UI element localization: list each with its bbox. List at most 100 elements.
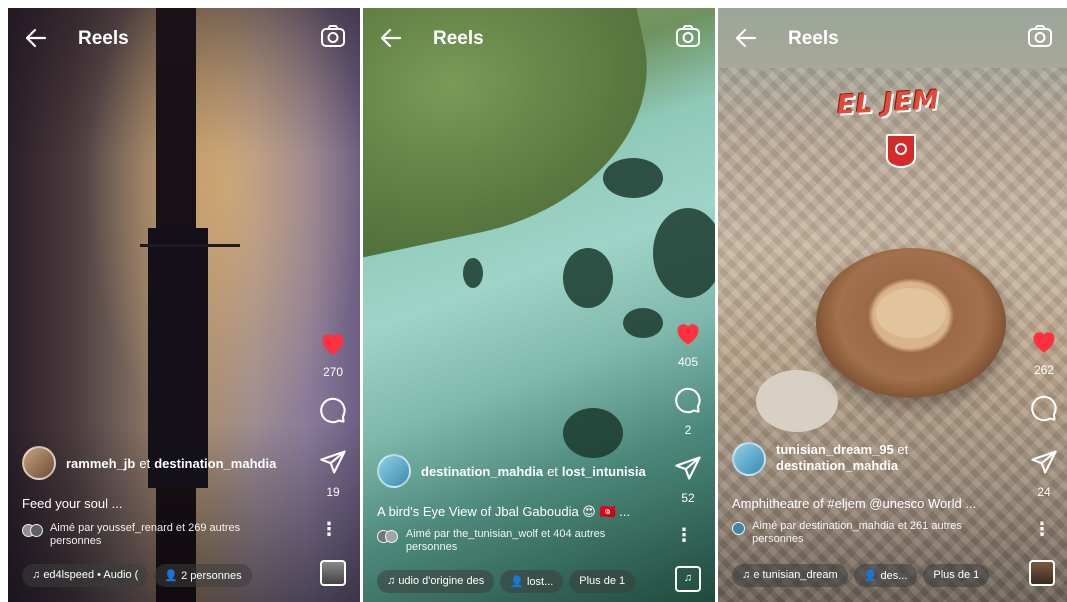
camera-icon[interactable]: [675, 24, 701, 48]
shrub: [623, 308, 663, 338]
collab-username[interactable]: destination_mahdia: [776, 458, 898, 473]
more-icon[interactable]: ⋮: [675, 526, 693, 544]
avatar[interactable]: [22, 446, 56, 480]
author-joiner: et: [897, 442, 909, 457]
audio-chip[interactable]: ♫ ed4lspeed • Audio (: [22, 564, 149, 587]
author-row[interactable]: rammeh_jb et destination_mahdia: [22, 446, 276, 480]
page-title: Reels: [78, 28, 129, 49]
liked-by-text: Aimé par destination_mahdia et 261 autre…: [752, 520, 962, 545]
comment-count: 2: [684, 423, 692, 437]
liked-avatars: [732, 522, 745, 535]
person-icon: 👤: [863, 570, 881, 582]
author-row[interactable]: destination_mahdia et lost_intunisia: [377, 454, 646, 488]
chip-row: ♫ ed4lspeed • Audio ( 👤 2 personnes: [22, 564, 252, 587]
audio-chip[interactable]: ♫ udio d'origine des: [377, 570, 495, 593]
like-count: 262: [1033, 363, 1055, 377]
person-icon: 👤: [164, 570, 182, 582]
chip-row: ♫ udio d'origine des 👤 lost... Plus de 1: [377, 570, 636, 593]
people-label: des...: [880, 570, 908, 582]
audio-label: e tunisian_dream: [753, 569, 838, 581]
send-icon: [1031, 450, 1057, 474]
shrub: [603, 158, 663, 198]
author-username[interactable]: tunisian_dream_95: [776, 442, 894, 457]
location-banner: EL JEM: [836, 85, 941, 121]
people-chip[interactable]: 👤 2 personnes: [154, 564, 252, 587]
comment-icon: [1031, 395, 1057, 422]
more-icon[interactable]: ⋮: [1033, 520, 1051, 538]
caption[interactable]: Feed your soul ...: [22, 496, 122, 511]
comment-button[interactable]: [318, 396, 348, 429]
like-button[interactable]: 270: [318, 330, 348, 379]
share-button[interactable]: 52: [673, 454, 703, 505]
comment-icon: [320, 397, 346, 424]
liked-by-text: Aimé par youssef_renard et 269 autres pe…: [49, 522, 241, 547]
liked-by-text: Aimé par the_tunisian_wolf et 404 autres…: [405, 528, 606, 553]
more-label: Plus de 1: [933, 569, 980, 581]
top-bar: Reels: [718, 24, 1067, 54]
flag-icon: [886, 134, 916, 168]
author-username[interactable]: rammeh_jb: [66, 456, 135, 471]
chip-row: ♫ e tunisian_dream 👤 des... Plus de 1: [732, 564, 990, 587]
shrub: [653, 208, 715, 298]
author-row[interactable]: tunisian_dream_95 et destination_mahdia: [732, 442, 912, 476]
like-count: 270: [322, 365, 344, 379]
top-bar: Reels: [363, 24, 715, 54]
collab-username[interactable]: destination_mahdia: [154, 456, 276, 471]
reel-panel-2[interactable]: Reels 405 2 52 ⋮ ♫ destination_mahdia et…: [363, 8, 715, 602]
shrub: [563, 248, 613, 308]
plaza: [756, 370, 838, 432]
camera-icon[interactable]: [320, 24, 346, 48]
liked-by[interactable]: Aimé par destination_mahdia et 261 autre…: [732, 520, 982, 546]
author-username[interactable]: destination_mahdia: [421, 464, 543, 479]
like-button[interactable]: 405: [673, 320, 703, 369]
send-icon: [320, 450, 346, 474]
avatar[interactable]: [732, 442, 766, 476]
people-chip[interactable]: 👤 des...: [853, 564, 918, 587]
audio-thumbnail[interactable]: ♫: [675, 566, 701, 592]
avatar[interactable]: [377, 454, 411, 488]
like-button[interactable]: 262: [1029, 328, 1059, 377]
author-joiner: et: [547, 463, 558, 479]
back-arrow-icon[interactable]: [379, 26, 403, 54]
share-button[interactable]: 24: [1029, 448, 1059, 499]
back-arrow-icon[interactable]: [734, 26, 758, 54]
author-joiner: et: [139, 455, 151, 471]
shrub: [563, 408, 623, 458]
comment-icon: [675, 387, 701, 414]
people-label: 2 personnes: [181, 570, 242, 582]
comment-button[interactable]: 2: [673, 386, 703, 437]
audio-chip[interactable]: ♫ e tunisian_dream: [732, 564, 848, 587]
liked-by[interactable]: Aimé par youssef_renard et 269 autres pe…: [22, 522, 272, 548]
more-label: Plus de 1: [579, 575, 626, 587]
reel-panel-3[interactable]: EL JEM Reels 262 24 ⋮ tunisian_dream_95 …: [718, 8, 1067, 602]
people-chip[interactable]: 👤 lost...: [500, 570, 564, 593]
shrub: [463, 258, 483, 288]
liked-by[interactable]: Aimé par the_tunisian_wolf et 404 autres…: [377, 528, 647, 554]
audio-thumbnail[interactable]: [320, 560, 346, 586]
arena-floor: [876, 288, 946, 338]
share-count: 19: [326, 485, 340, 499]
comment-button[interactable]: [1029, 394, 1059, 427]
audio-thumbnail[interactable]: [1029, 560, 1055, 586]
caption[interactable]: Amphitheatre of #eljem @unesco World ...: [732, 496, 976, 511]
caption[interactable]: A bird's Eye View of Jbal Gaboudia 😍 🇹🇳 …: [377, 504, 630, 520]
music-note-icon: ♫: [32, 569, 44, 581]
collab-username[interactable]: lost_intunisia: [562, 464, 646, 479]
music-note-icon: ♫: [742, 569, 754, 581]
share-count: 52: [681, 491, 695, 505]
amphitheatre: [816, 248, 1006, 398]
page-title: Reels: [433, 28, 484, 49]
more-icon[interactable]: ⋮: [320, 520, 338, 538]
more-chip[interactable]: Plus de 1: [923, 564, 990, 587]
camera-icon[interactable]: [1027, 24, 1053, 48]
send-icon: [675, 456, 701, 480]
page-title: Reels: [788, 28, 839, 49]
share-button[interactable]: 19: [318, 448, 348, 499]
tree-branch: [140, 244, 240, 247]
back-arrow-icon[interactable]: [24, 26, 48, 54]
reel-panel-1[interactable]: Reels 270 19 ⋮ rammeh_jb et destination_…: [8, 8, 360, 602]
more-chip[interactable]: Plus de 1: [569, 570, 636, 593]
audio-label: udio d'origine des: [398, 575, 485, 587]
people-label: lost...: [526, 576, 554, 588]
author-names: tunisian_dream_95 et destination_mahdia: [776, 442, 912, 474]
